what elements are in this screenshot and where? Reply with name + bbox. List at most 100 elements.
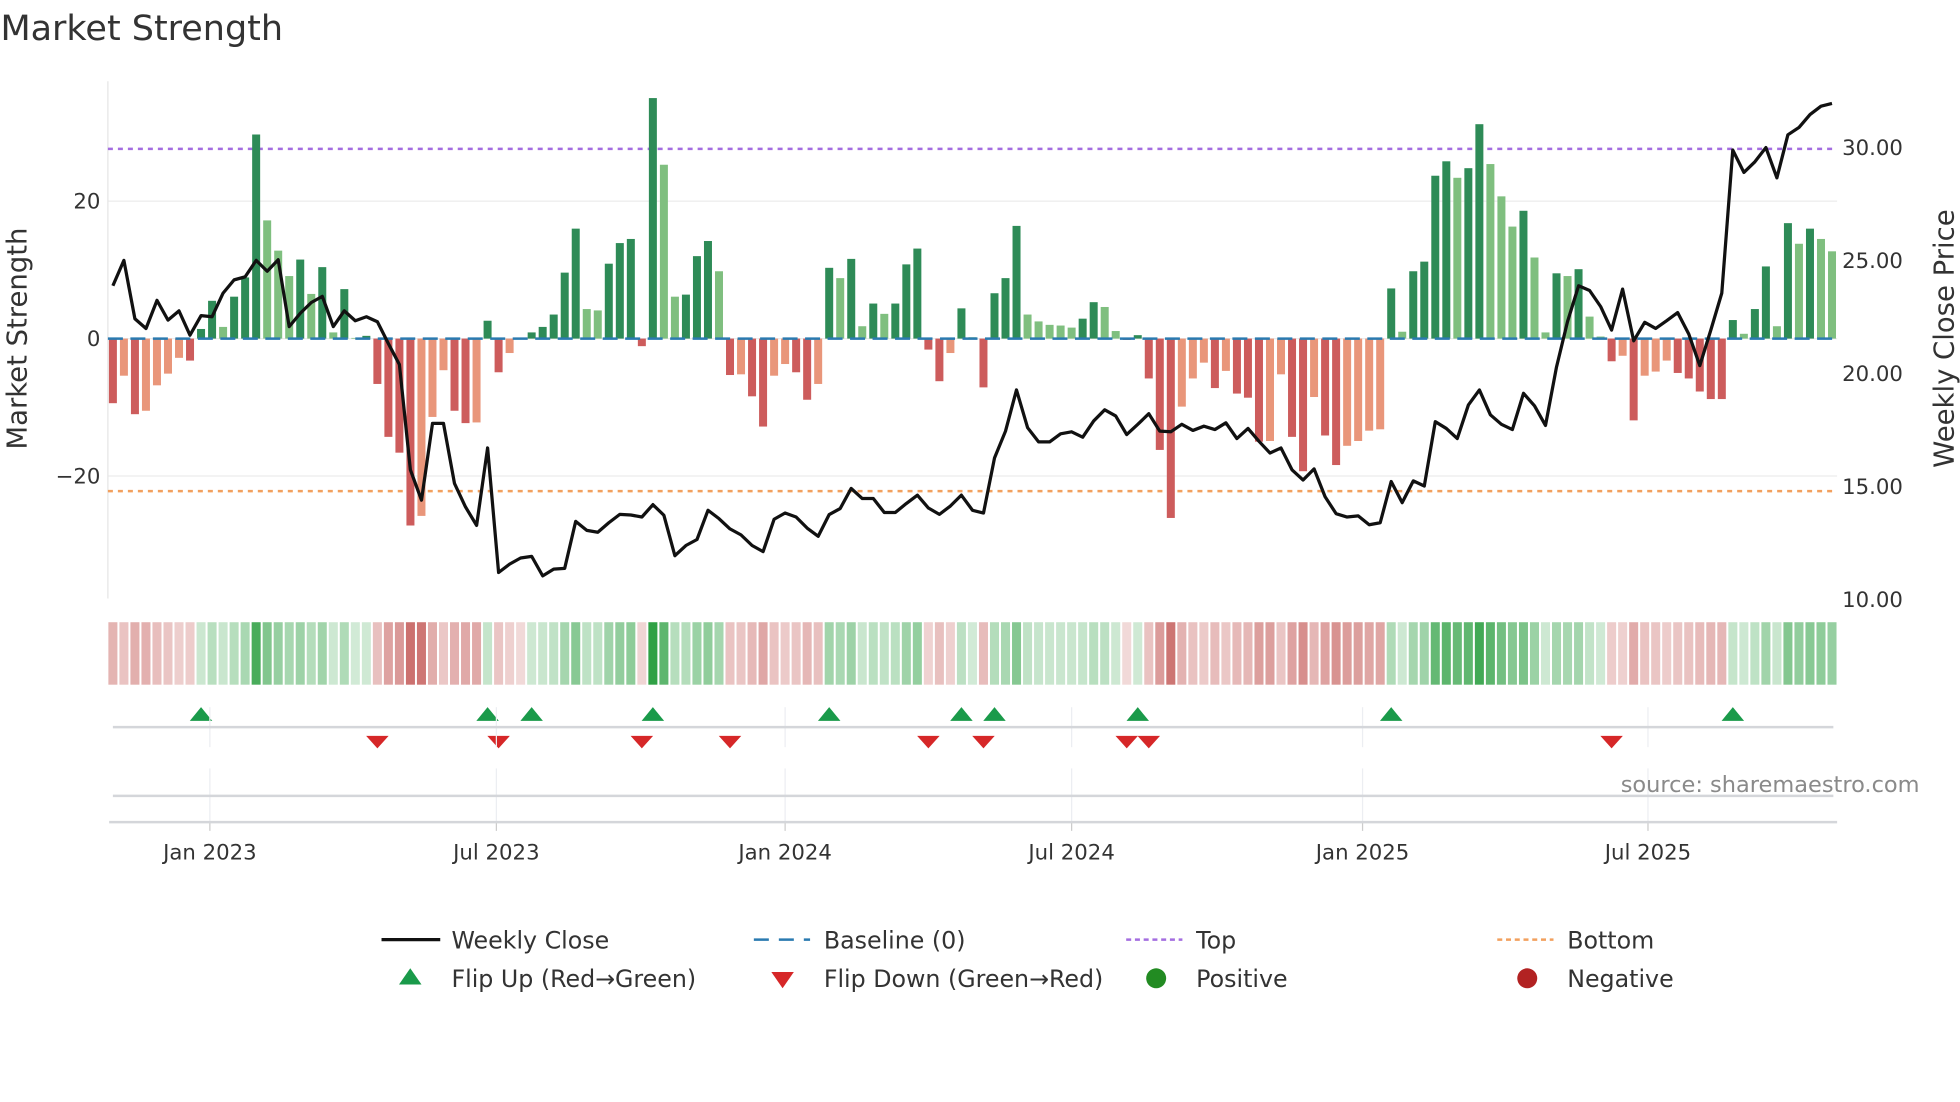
heat-cell [1640,622,1650,685]
strength-bar [1177,338,1186,407]
strength-bar [1144,338,1153,379]
heat-cell [1750,622,1760,685]
heat-cell [835,622,845,685]
strength-bar [902,264,911,339]
strength-bar [1464,168,1473,339]
strength-bar [659,164,668,339]
heat-cell [372,622,382,685]
strength-bar [1376,338,1385,430]
strength-bar [152,338,161,386]
strength-bar [1706,338,1715,400]
strength-bar [538,326,547,339]
y-right-tick-label: 15.00 [1842,475,1903,500]
strength-bar [163,338,172,374]
heat-cell [1552,622,1562,685]
strength-bar [1045,324,1054,339]
flip-up-marker [983,707,1006,721]
legend-label: Negative [1567,965,1673,993]
x-tick-label: Jan 2024 [736,841,832,866]
heat-cell [1023,622,1033,685]
heat-cell [416,622,426,685]
heat-cell [1089,622,1099,685]
strength-bars [108,98,1837,526]
strength-bar [1100,306,1109,339]
strength-bar [175,338,184,358]
strength-bar [836,278,845,339]
heat-cell [229,622,239,685]
strength-bar [1243,338,1252,398]
strength-bar [1133,335,1142,339]
strength-bar [439,338,448,371]
heat-cell [769,622,779,685]
heat-cell [450,622,460,685]
strength-bar [1111,331,1120,339]
strength-bar [1199,338,1208,363]
strength-bar [108,338,117,404]
heat-cell [1133,622,1143,685]
strength-bar [648,98,657,339]
heat-cell [1331,622,1341,685]
heat-cell [637,622,647,685]
strength-bar [1332,338,1341,466]
strength-bar [571,228,580,339]
heat-cell [1199,622,1209,685]
strength-bar [670,296,679,339]
strength-bar [119,338,128,376]
heat-cell [1441,622,1451,685]
heat-cell [1045,622,1055,685]
strength-bar [957,308,966,339]
y-right-tick-label: 20.00 [1842,362,1903,387]
heat-cell [1474,622,1484,685]
strength-bar [208,300,217,339]
strength-bar [130,338,139,415]
heat-cell [890,622,900,685]
heat-cell [1419,622,1429,685]
strength-bar [1221,338,1230,371]
heat-cell [273,622,283,685]
flip-down-marker [1115,735,1138,749]
heat-cell [1805,622,1815,685]
heat-cell [284,622,294,685]
flip-down-marker [1137,735,1161,749]
y-tick-label: 0 [87,327,101,352]
heat-cell [1706,622,1716,685]
heat-cell [1496,622,1506,685]
heat-cell [361,622,371,685]
strength-bar [1618,338,1627,356]
heat-cell [1529,622,1539,685]
heat-cell [978,622,988,685]
heat-cell [1452,622,1462,685]
strength-bar [737,338,746,375]
heat-cell [1485,622,1495,685]
strength-bar [1299,338,1308,472]
strength-bar [1232,338,1241,394]
legend-circle-icon [1146,968,1167,989]
y-right-axis-title: Weekly Close Price [1928,209,1960,467]
strength-bar [803,338,812,400]
x-tick-label: Jan 2025 [1314,841,1410,866]
strength-bar [847,258,856,339]
strength-bar [1188,338,1197,379]
y-right-tick-label: 25.00 [1842,249,1903,274]
heat-cell [516,622,526,685]
strength-bar [924,338,933,350]
strength-bar [1034,321,1043,339]
strength-bar [186,338,195,361]
heat-cell [1375,622,1385,685]
strength-bar [1089,302,1098,339]
strength-bar [263,220,272,339]
heat-cell [747,622,757,685]
strength-bar [560,272,569,339]
strength-bar [692,256,701,339]
flip-down-marker [366,735,389,749]
heat-cell [945,622,955,685]
strength-bar [1431,175,1440,339]
strength-bar [1772,326,1781,339]
heat-cell [1816,622,1826,685]
heat-cell [912,622,922,685]
heat-cell [1695,622,1705,685]
legend-label: Flip Down (Green→Red) [824,965,1103,993]
heat-cell [1298,622,1308,685]
heat-cell [879,622,889,685]
strength-bar [1750,309,1759,339]
